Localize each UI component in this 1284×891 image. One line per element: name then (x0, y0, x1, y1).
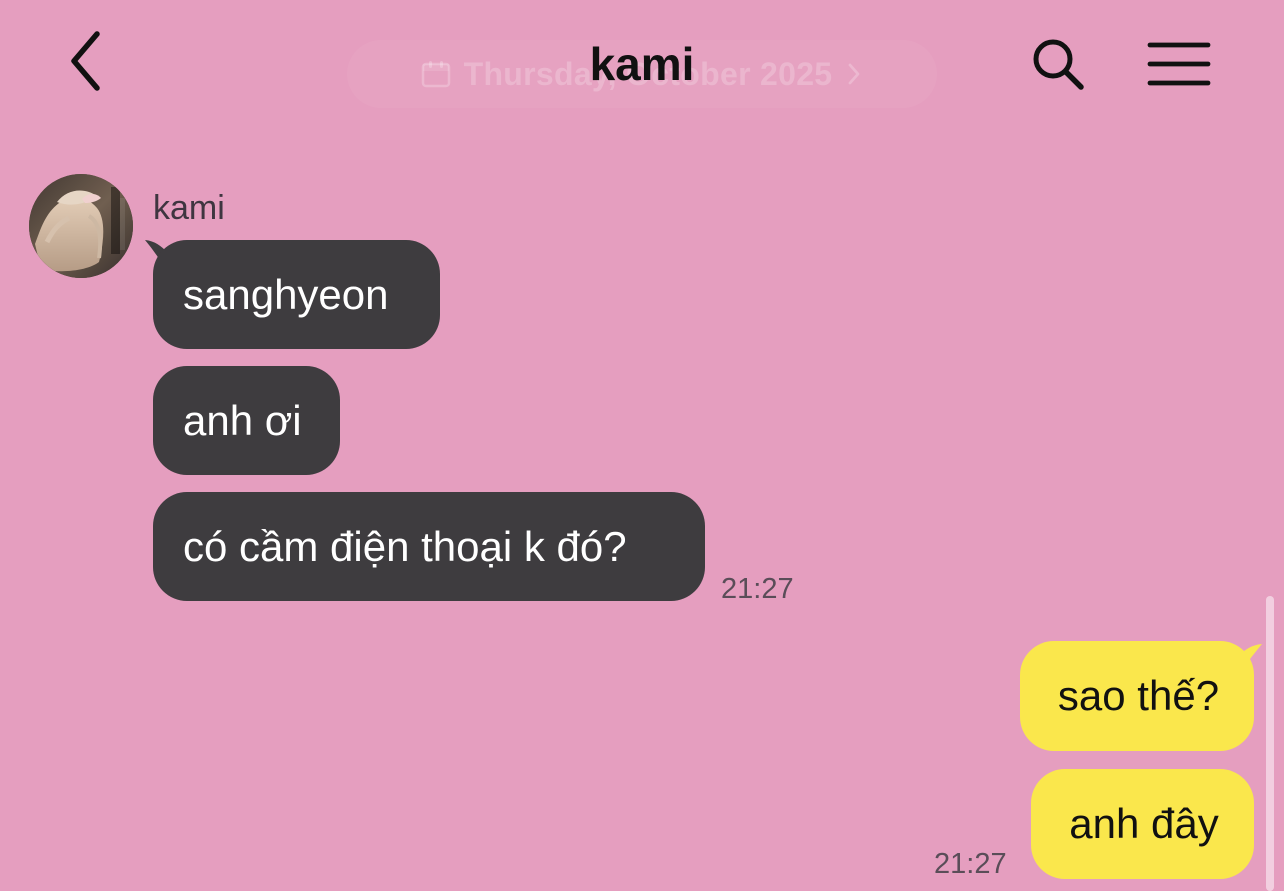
menu-button[interactable] (1144, 32, 1214, 100)
chevron-right-icon (844, 60, 864, 88)
sender-name: kami (153, 189, 225, 227)
incoming-message-text: anh ơi (183, 396, 302, 444)
incoming-message-text: có cầm điện thoại k đó? (183, 522, 627, 570)
outgoing-timestamp: 21:27 (934, 848, 1007, 880)
incoming-message-bubble[interactable]: sanghyeon (153, 240, 440, 349)
back-button[interactable] (50, 28, 120, 98)
avatar-image (29, 174, 133, 278)
search-button[interactable] (1024, 32, 1092, 100)
scrollbar[interactable] (1266, 596, 1274, 891)
incoming-message-bubble[interactable]: có cầm điện thoại k đó? (153, 492, 705, 601)
incoming-message-text: sanghyeon (183, 270, 389, 318)
search-icon (1029, 35, 1087, 98)
date-label: Thursday, October 2025 (463, 55, 833, 92)
chevron-left-icon (64, 30, 106, 97)
outgoing-message-text: anh đây (1069, 800, 1219, 847)
scrollbar-thumb[interactable] (1266, 596, 1274, 891)
incoming-message-bubble[interactable]: anh ơi (153, 366, 340, 475)
date-selector[interactable]: Thursday, October 2025 (347, 40, 937, 108)
menu-icon (1147, 39, 1211, 94)
outgoing-message-text: sao thế? (1057, 672, 1220, 719)
avatar[interactable] (29, 174, 133, 278)
outgoing-message-bubble[interactable]: sao thế? (1020, 641, 1254, 751)
calendar-icon (420, 58, 452, 90)
incoming-timestamp: 21:27 (721, 573, 794, 605)
chat-header: Thursday, October 2025 kami (0, 0, 1284, 140)
outgoing-message-bubble[interactable]: anh đây (1031, 769, 1254, 879)
